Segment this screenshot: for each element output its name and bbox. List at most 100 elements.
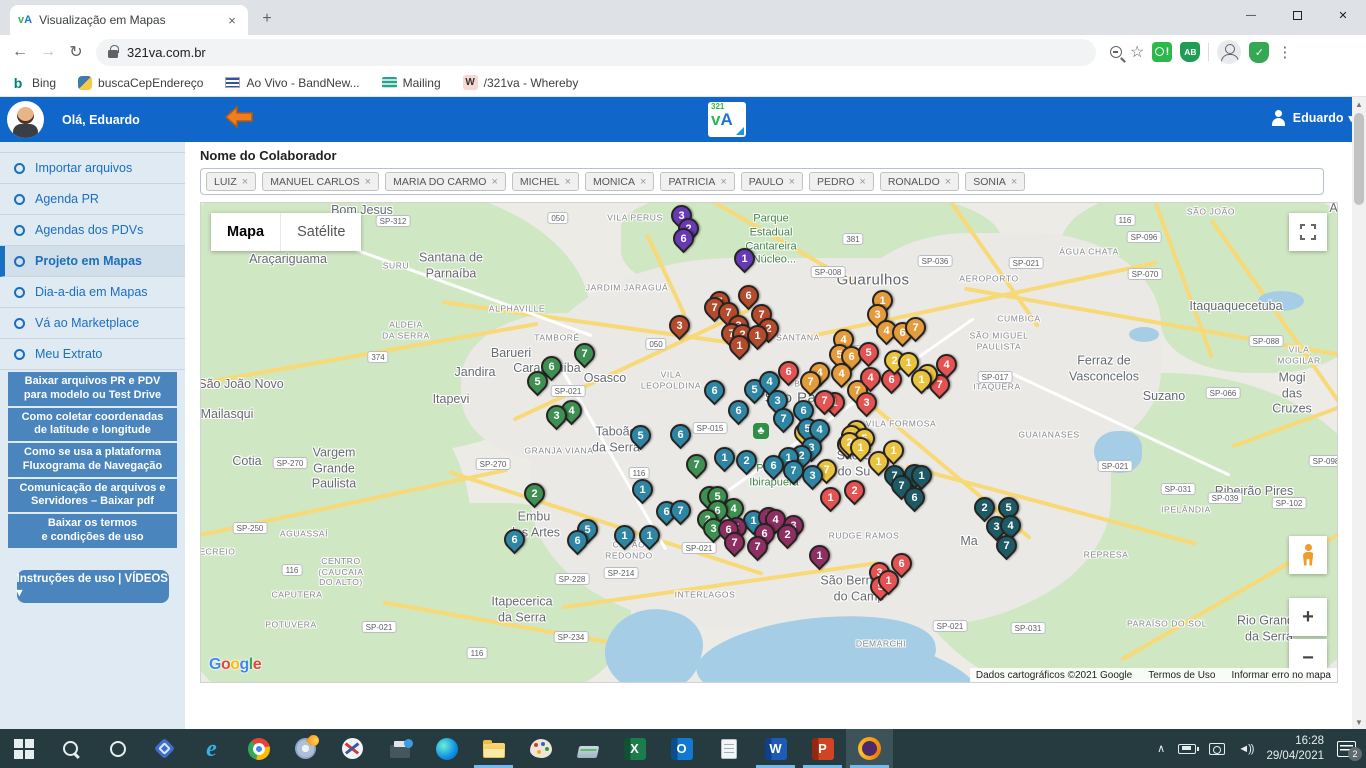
window-close-icon[interactable] <box>1320 0 1366 30</box>
bookmark-python[interactable]: buscaCepEndereço <box>78 76 203 90</box>
pegman-button[interactable] <box>1289 536 1327 574</box>
sidebar-item-dia-a-dia-em-mapas[interactable]: Dia-a-dia em Mapas <box>0 277 185 308</box>
filter-chip-michel[interactable]: MICHEL <box>512 172 579 191</box>
extension-search-icon[interactable] <box>1152 42 1172 62</box>
refresh-icon[interactable]: ↻ <box>62 38 90 66</box>
chip-close-icon[interactable] <box>859 176 865 188</box>
sidebar-item-importar-arquivos[interactable]: Importar arquivos <box>0 153 185 184</box>
bookmark-mailing[interactable]: Mailing <box>382 76 441 90</box>
new-tab-button[interactable] <box>254 6 280 32</box>
app-logo[interactable]: 321 vA <box>708 102 746 137</box>
filter-chip-maria-do-carmo[interactable]: MARIA DO CARMO <box>385 172 506 191</box>
chip-close-icon[interactable] <box>491 176 497 188</box>
scroll-down-icon[interactable] <box>1352 715 1366 729</box>
sidebar-download-button[interactable]: Baixar os termos e condições de uso <box>8 514 177 548</box>
taskbar-outlook-button[interactable]: O <box>658 729 705 768</box>
taskbar-folder-button[interactable] <box>470 729 517 768</box>
taskbar-note-button[interactable] <box>705 729 752 768</box>
browser-menu-icon[interactable] <box>1277 43 1291 61</box>
battery-icon[interactable] <box>1178 744 1196 754</box>
notifications-icon[interactable]: 2 <box>1337 741 1356 757</box>
display-icon[interactable] <box>1209 743 1225 755</box>
page-scrollbar[interactable] <box>1352 97 1366 729</box>
browser-tab[interactable]: vA Visualização em Mapas <box>10 5 248 35</box>
taskbar-edge-button[interactable] <box>423 729 470 768</box>
taskbar-chrome-button[interactable] <box>235 729 282 768</box>
filter-chip-patricia[interactable]: PATRICIA <box>660 172 734 191</box>
sidebar-item-projeto-em-mapas[interactable]: Projeto em Mapas <box>0 246 185 277</box>
user-menu[interactable]: Eduardo <box>1270 109 1354 127</box>
taskbar-excel-button[interactable]: X <box>611 729 658 768</box>
taskbar-snip-button[interactable] <box>329 729 376 768</box>
security-shield-icon[interactable] <box>1249 42 1269 63</box>
sidebar-item-v-ao-marketplace[interactable]: Vá ao Marketplace <box>0 308 185 339</box>
google-map[interactable]: São PauloGuarulhosAraçariguamaSantana de… <box>200 202 1338 683</box>
back-arrow-icon[interactable] <box>224 105 254 134</box>
google-logo-letter: e <box>253 656 261 673</box>
taskbar-vbox-button[interactable] <box>141 729 188 768</box>
scroll-up-icon[interactable] <box>1352 97 1366 111</box>
clock[interactable]: 16:28 29/04/2021 <box>1266 734 1324 763</box>
sidebar-item-agenda-pr[interactable]: Agenda PR <box>0 184 185 215</box>
zoom-in-button[interactable] <box>1289 598 1327 636</box>
chip-close-icon[interactable] <box>365 176 371 188</box>
chip-close-icon[interactable] <box>242 176 248 188</box>
attribution-report-link[interactable]: Informar erro no mapa <box>1232 670 1332 681</box>
window-minimize-icon[interactable] <box>1228 0 1274 30</box>
taskbar-scan-button[interactable] <box>564 729 611 768</box>
filter-chip-monica[interactable]: MONICA <box>585 172 654 191</box>
filter-chip-sonia[interactable]: SONIA <box>965 172 1025 191</box>
forward-icon[interactable]: → <box>34 38 62 66</box>
videos-button[interactable]: Instruções de uso | VÍDEOS ▾ <box>17 570 169 603</box>
window-restore-icon[interactable] <box>1274 0 1320 30</box>
map-type-satelite[interactable]: Satélite <box>280 213 361 251</box>
taskbar-word-button[interactable]: W <box>752 729 799 768</box>
taskbar-searchw-button[interactable] <box>47 729 94 768</box>
taskbar-cortana-button[interactable] <box>94 729 141 768</box>
filter-chip-luiz[interactable]: LUIZ <box>206 172 256 191</box>
filter-chip-ronaldo[interactable]: RONALDO <box>880 172 959 191</box>
attribution-terms-link[interactable]: Termos de Uso <box>1148 670 1215 681</box>
sidebar-download-button[interactable]: Como coletar coordenadas de latitude e l… <box>8 408 177 442</box>
chip-close-icon[interactable] <box>720 176 726 188</box>
speaker-icon[interactable] <box>1238 743 1253 755</box>
address-bar[interactable]: 321va.com.br <box>96 39 1096 66</box>
user-avatar[interactable] <box>7 101 44 138</box>
taskbar-paint-button[interactable] <box>517 729 564 768</box>
taskbar-avast-button[interactable] <box>846 729 893 768</box>
taskbar-start-button[interactable] <box>0 729 47 768</box>
map-type-mapa[interactable]: Mapa <box>211 213 280 251</box>
back-icon[interactable]: ← <box>6 38 34 66</box>
chip-close-icon[interactable] <box>789 176 795 188</box>
sidebar-download-button[interactable]: Baixar arquivos PR e PDV para modelo ou … <box>8 372 177 406</box>
sidebar-item-meu-extrato[interactable]: Meu Extrato <box>0 339 185 370</box>
zoom-indicator-icon[interactable] <box>1110 46 1122 58</box>
chip-close-icon[interactable] <box>945 176 951 188</box>
chip-close-icon[interactable] <box>640 176 646 188</box>
chip-close-icon[interactable] <box>565 176 571 188</box>
fullscreen-button[interactable] <box>1289 213 1327 251</box>
taskbar-fax-button[interactable] <box>376 729 423 768</box>
filter-chip-pedro[interactable]: PEDRO <box>809 172 874 191</box>
bookmark-band[interactable]: Ao Vivo - BandNew... <box>225 76 359 90</box>
filter-chip-paulo[interactable]: PAULO <box>741 172 803 191</box>
sidebar-download-button[interactable]: Comunicação de arquivos e Servidores – B… <box>8 479 177 513</box>
filter-chip-manuel-carlos[interactable]: MANUEL CARLOS <box>262 172 379 191</box>
sidebar-download-button[interactable]: Como se usa a plataforma Fluxograma de N… <box>8 443 177 477</box>
profile-icon[interactable] <box>1217 40 1241 64</box>
bookmark-bing[interactable]: bBing <box>10 75 56 91</box>
adblock-extension-icon[interactable]: AB <box>1180 42 1200 62</box>
taskbar-ie-button[interactable]: e <box>188 729 235 768</box>
bookmark-whereby[interactable]: W/321va - Whereby <box>463 75 579 90</box>
scrollbar-thumb[interactable] <box>1354 113 1364 205</box>
chip-close-icon[interactable] <box>1011 176 1017 188</box>
google-logo[interactable]: Google <box>209 656 261 674</box>
sidebar-item-agendas-dos-pdvs[interactable]: Agendas dos PDVs <box>0 215 185 246</box>
tab-close-icon[interactable] <box>224 13 240 28</box>
collaborator-filter-input[interactable]: LUIZ MANUEL CARLOS MARIA DO CARMO MICHEL MON… <box>200 168 1324 195</box>
taskbar-ppt-button[interactable]: P <box>799 729 846 768</box>
tray-chevron-icon[interactable] <box>1157 742 1165 755</box>
nero-icon <box>295 738 316 759</box>
bookmark-star-icon[interactable] <box>1130 42 1144 62</box>
taskbar-nero-button[interactable] <box>282 729 329 768</box>
